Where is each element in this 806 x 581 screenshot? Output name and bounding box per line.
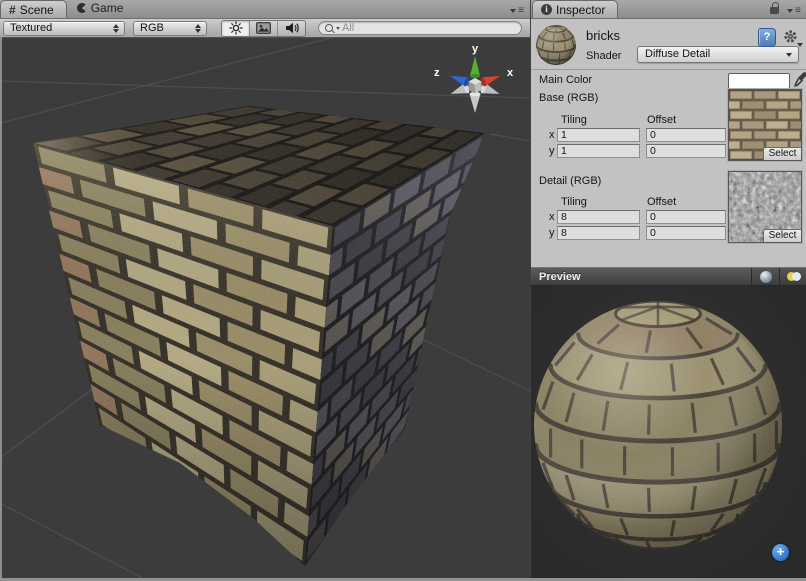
- updown-arrows-icon: [113, 24, 119, 34]
- lighting-toggle-button[interactable]: [222, 21, 250, 36]
- base-tiling-label: Tiling: [561, 114, 587, 126]
- scene-toggle-group: [221, 20, 306, 37]
- tab-scene[interactable]: # Scene: [0, 0, 67, 18]
- unity-editor-window: # Scene Game ≡ Textured RGB: [0, 0, 806, 581]
- add-button[interactable]: +: [772, 544, 789, 561]
- sphere-icon: [760, 271, 772, 283]
- gizmo-y-label: y: [472, 43, 479, 55]
- tab-inspector[interactable]: i Inspector: [532, 0, 618, 18]
- detail-offset-y-input[interactable]: [646, 226, 726, 240]
- info-icon: i: [541, 4, 552, 15]
- scene-icon: #: [9, 3, 16, 17]
- detail-offset-x-input[interactable]: [646, 210, 726, 224]
- light-white-icon: [792, 272, 801, 281]
- base-y-label: y: [549, 145, 555, 157]
- detail-texture-thumbnail[interactable]: Select: [728, 171, 802, 243]
- audio-toggle-button[interactable]: [278, 21, 305, 36]
- gizmo-z-axis[interactable]: [448, 71, 470, 87]
- base-select-button[interactable]: Select: [763, 147, 801, 160]
- preview-shape-button[interactable]: [751, 268, 779, 285]
- detail-x-label: x: [549, 211, 555, 223]
- chevron-down-icon: [786, 53, 792, 57]
- eyedropper-icon[interactable]: [794, 71, 806, 90]
- base-tiling-x-input[interactable]: [557, 128, 640, 142]
- base-texture-thumbnail[interactable]: Select: [728, 89, 802, 161]
- sun-icon: [229, 21, 243, 35]
- shader-label: Shader: [586, 50, 621, 62]
- inspector-tabbar: i Inspector ≡: [531, 0, 806, 19]
- base-offset-x-input[interactable]: [646, 128, 726, 142]
- chevron-down-icon: [510, 9, 516, 13]
- gizmo-y-axis[interactable]: [470, 56, 480, 78]
- base-offset-y-input[interactable]: [646, 144, 726, 158]
- menu-icon: ≡: [795, 7, 801, 15]
- base-tiling-y-input[interactable]: [557, 144, 640, 158]
- chevron-down-icon: [336, 27, 340, 30]
- base-x-label: x: [549, 129, 555, 141]
- search-icon: [325, 24, 333, 32]
- material-name: bricks: [586, 28, 620, 43]
- tab-scene-label: Scene: [20, 3, 54, 17]
- gear-icon[interactable]: [783, 29, 798, 47]
- color-mode-dropdown[interactable]: RGB: [133, 21, 207, 36]
- scene-viewport[interactable]: y x z: [0, 38, 530, 581]
- material-inspector: bricks Shader Diffuse Detail ? Main Colo…: [531, 19, 806, 267]
- detail-select-button[interactable]: Select: [763, 229, 801, 242]
- detail-y-label: y: [549, 227, 555, 239]
- inspector-panel-menu-icon[interactable]: ≡: [787, 7, 806, 18]
- scene-tabbar: # Scene Game ≡: [0, 0, 530, 19]
- preview-area[interactable]: +: [531, 286, 806, 581]
- divider: [531, 69, 806, 70]
- chevron-down-icon: [797, 43, 803, 47]
- shader-dropdown[interactable]: Diffuse Detail: [637, 46, 799, 63]
- updown-arrows-icon: [195, 24, 201, 34]
- tab-game[interactable]: Game: [67, 0, 132, 18]
- detail-tiling-x-input[interactable]: [557, 210, 640, 224]
- image-icon: [256, 22, 271, 34]
- main-color-label: Main Color: [539, 74, 592, 86]
- detail-section-label: Detail (RGB): [539, 175, 601, 187]
- game-icon: [77, 3, 87, 13]
- search-input[interactable]: [342, 22, 515, 34]
- render-mode-dropdown[interactable]: Textured: [3, 21, 125, 36]
- color-mode-value: RGB: [140, 22, 164, 34]
- preview-title: Preview: [531, 271, 751, 283]
- scene-panel-menu-icon[interactable]: ≡: [510, 7, 530, 18]
- gizmo-z-label: z: [434, 67, 440, 79]
- preview-sphere: [531, 286, 806, 581]
- scene-orientation-gizmo[interactable]: y x z: [434, 43, 514, 113]
- detail-offset-label: Offset: [647, 196, 676, 208]
- window-edge-left: [0, 37, 2, 581]
- material-preview-ball[interactable]: [535, 24, 577, 66]
- shader-value: Diffuse Detail: [645, 48, 710, 60]
- gizmo-x-axis[interactable]: [480, 71, 502, 87]
- render-mode-value: Textured: [10, 22, 52, 34]
- preview-lighting-button[interactable]: [779, 268, 806, 285]
- help-icon[interactable]: ?: [758, 28, 776, 47]
- scene-search-field[interactable]: [318, 21, 522, 35]
- base-offset-label: Offset: [647, 114, 676, 126]
- lock-icon[interactable]: [770, 7, 779, 14]
- inspector-panel: i Inspector ≡ bricks Shader Diffuse Deta…: [530, 0, 806, 581]
- brick-cube[interactable]: [33, 106, 485, 566]
- chevron-down-icon: [787, 9, 793, 13]
- scene-toolbar: Textured RGB: [0, 19, 530, 38]
- preview-header: Preview: [531, 267, 806, 286]
- menu-icon: ≡: [518, 7, 524, 15]
- skybox-toggle-button[interactable]: [250, 21, 278, 36]
- tab-game-label: Game: [91, 1, 124, 15]
- tab-inspector-label: Inspector: [556, 3, 605, 17]
- gizmo-x-label: x: [507, 67, 514, 79]
- detail-tiling-y-input[interactable]: [557, 226, 640, 240]
- speaker-icon: [285, 22, 299, 34]
- detail-tiling-label: Tiling: [561, 196, 587, 208]
- main-color-swatch[interactable]: [728, 73, 790, 89]
- base-section-label: Base (RGB): [539, 92, 598, 104]
- scene-panel: # Scene Game ≡ Textured RGB: [0, 0, 530, 581]
